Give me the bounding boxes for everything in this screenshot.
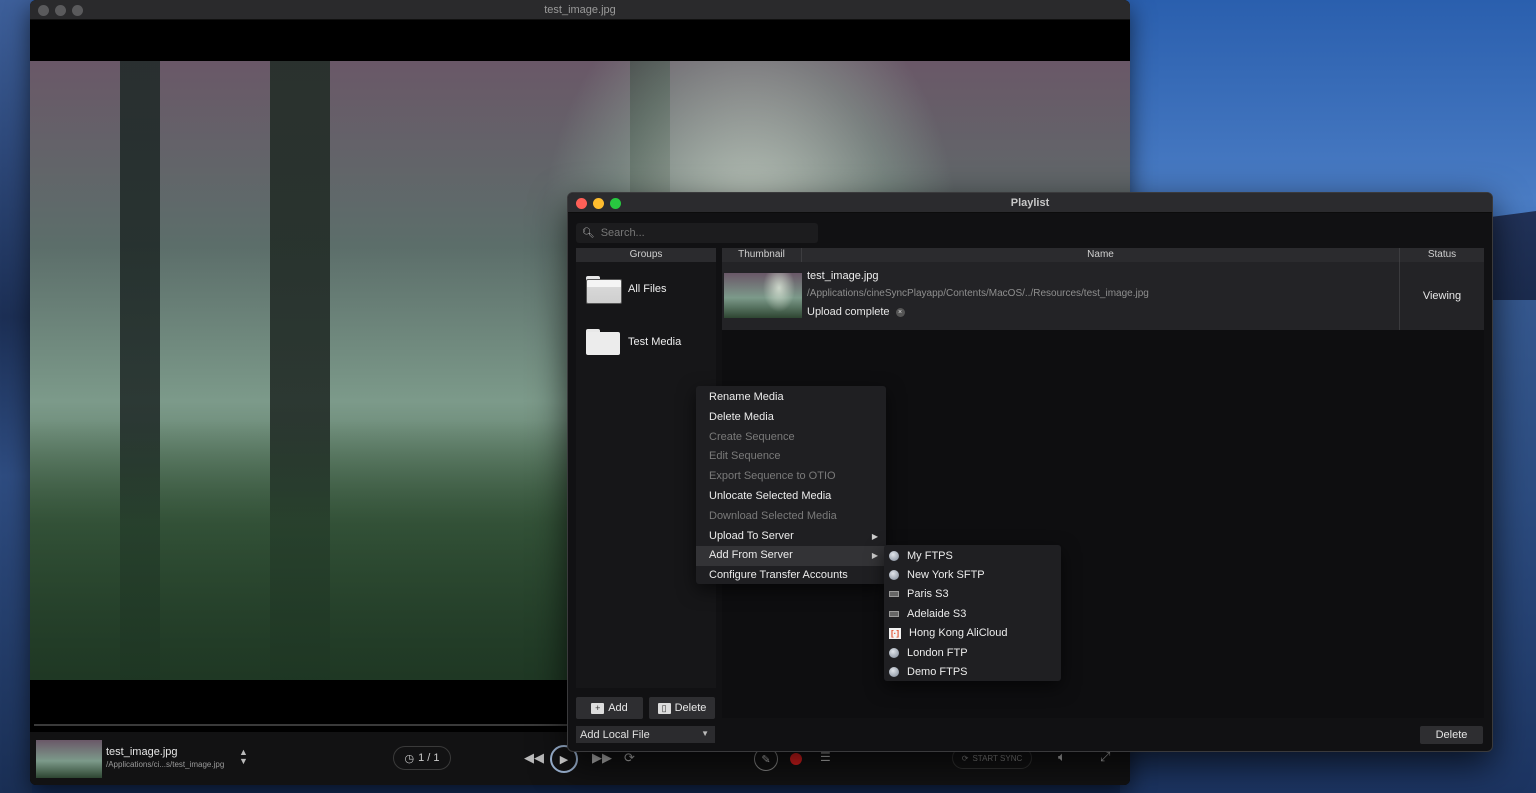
viewer-title: test_image.jpg	[544, 4, 616, 16]
menu-item-unlocate-selected-media[interactable]: Unlocate Selected Media	[696, 487, 886, 507]
folder-open-icon	[586, 275, 622, 304]
chevron-down-icon: ▼	[701, 729, 709, 738]
delete-media-button[interactable]: Delete	[1420, 726, 1483, 744]
chevron-right-icon: ▶	[871, 531, 878, 541]
media-table-header: Thumbnail Name Status	[722, 248, 1484, 262]
playlist-title: Playlist	[1010, 197, 1050, 209]
clock-icon: ◷	[404, 752, 415, 765]
media-row-status: Viewing	[1422, 290, 1462, 302]
server-label: New York SFTP	[907, 569, 985, 582]
search-box[interactable]: 🔍︎	[576, 223, 818, 243]
trash-icon: ▯	[657, 702, 671, 714]
table-row[interactable]: test_image.jpg /Applications/cineSyncPla…	[722, 262, 1484, 330]
server-icon	[889, 570, 899, 581]
add-local-file-dropdown[interactable]: Add Local File ▼	[576, 726, 715, 743]
loop-button[interactable]: ⟳	[624, 750, 635, 766]
folder-icon	[586, 328, 620, 355]
frame-counter-value: 1 / 1	[418, 752, 440, 764]
viewer-titlebar[interactable]: test_image.jpg	[30, 0, 1130, 20]
column-header-status[interactable]: Status	[1400, 248, 1484, 262]
server-item-hong-kong-alicloud[interactable]: [·] Hong Kong AliCloud	[884, 624, 1061, 643]
frame-counter[interactable]: ◷ 1 / 1	[393, 746, 451, 770]
server-item-adelaide-s3[interactable]: Adelaide S3	[884, 604, 1061, 623]
add-group-label: Add	[608, 702, 628, 714]
server-item-paris-s3[interactable]: Paris S3	[884, 585, 1061, 604]
add-local-file-label: Add Local File	[580, 728, 650, 741]
server-item-demo-ftps[interactable]: Demo FTPS	[884, 662, 1061, 681]
group-label: Test Media	[628, 335, 682, 348]
s3-icon	[889, 591, 899, 598]
search-input[interactable]	[600, 227, 801, 239]
menu-item-rename-media[interactable]: Rename Media	[696, 388, 886, 408]
menu-item-configure-transfer-accounts[interactable]: Configure Transfer Accounts	[696, 566, 886, 586]
column-header-thumbnail[interactable]: Thumbnail	[722, 248, 801, 262]
media-name: test_image.jpg	[106, 746, 178, 758]
server-item-my-ftps[interactable]: My FTPS	[884, 546, 1061, 565]
groups-panel: Groups All Files Test Media	[576, 248, 716, 688]
delete-group-button[interactable]: ▯ Delete	[649, 697, 715, 719]
sync-icon: ⟳	[961, 753, 969, 763]
server-label: Demo FTPS	[907, 666, 968, 679]
column-header-name[interactable]: Name	[802, 248, 1399, 262]
s3-icon	[889, 610, 899, 617]
menu-item-edit-sequence: Edit Sequence	[709, 450, 781, 463]
media-path: /Applications/ci...s/test_image.jpg	[106, 760, 225, 769]
context-menu: Rename Media Delete Media Create Sequenc…	[696, 386, 886, 584]
menu-item-export-sequence-otio: Export Sequence to OTIO	[709, 470, 836, 483]
server-icon	[889, 550, 899, 561]
groups-header: Groups	[576, 248, 716, 262]
group-item-test-media[interactable]: Test Media	[576, 315, 716, 368]
close-icon[interactable]: ×	[895, 307, 905, 317]
group-label: All Files	[628, 282, 667, 295]
rewind-button[interactable]: ◀◀	[524, 750, 544, 766]
server-label: Paris S3	[907, 588, 949, 601]
server-icon	[889, 667, 899, 678]
server-icon	[889, 647, 899, 658]
media-row-path: /Applications/cineSyncPlayapp/Contents/M…	[807, 288, 1149, 299]
group-item-all-files[interactable]: All Files	[576, 262, 716, 315]
menu-item-create-sequence: Create Sequence	[709, 430, 795, 443]
server-item-new-york-sftp[interactable]: New York SFTP	[884, 565, 1061, 584]
play-icon: ▶	[559, 753, 569, 766]
media-row-name: test_image.jpg	[807, 270, 879, 282]
media-row-thumbnail	[724, 273, 802, 318]
menu-item-upload-to-server[interactable]: Upload To Server ▶	[696, 527, 886, 547]
alicloud-icon: [·]	[889, 627, 901, 639]
pen-icon: ✎	[761, 753, 771, 766]
menu-item-add-from-server[interactable]: Add From Server ▶	[696, 546, 886, 567]
start-sync-label: START SYNC	[972, 753, 1023, 763]
menu-item-label: Upload To Server	[709, 529, 794, 542]
delete-group-label: Delete	[674, 702, 707, 714]
menu-item-delete-media[interactable]: Delete Media	[696, 408, 886, 428]
server-label: Hong Kong AliCloud	[909, 627, 1008, 640]
add-folder-icon: +	[591, 702, 605, 714]
menu-item-label: Add From Server	[709, 549, 793, 562]
record-button[interactable]	[790, 753, 802, 765]
media-thumbnail[interactable]	[36, 740, 102, 778]
server-label: London FTP	[907, 646, 968, 659]
media-stepper-icon[interactable]: ▲ ▼	[239, 748, 248, 766]
fast-forward-button[interactable]: ▶▶	[592, 750, 612, 766]
upload-status-label: Upload complete	[807, 306, 890, 318]
server-label: My FTPS	[907, 549, 953, 562]
server-label: Adelaide S3	[907, 607, 967, 620]
menu-list-button[interactable]: ☰	[820, 750, 831, 764]
menu-item-download-selected-media: Download Selected Media	[709, 509, 837, 522]
add-group-button[interactable]: + Add	[576, 697, 643, 719]
chevron-right-icon: ▶	[871, 551, 878, 561]
upload-status: Upload complete ×	[807, 306, 905, 318]
desktop-background-left	[0, 0, 32, 793]
add-from-server-submenu: My FTPS New York SFTP Paris S3 Adelaide …	[884, 545, 1061, 681]
playlist-titlebar[interactable]: Playlist	[568, 193, 1492, 213]
server-item-london-ftp[interactable]: London FTP	[884, 643, 1061, 662]
search-icon: 🔍︎	[582, 227, 595, 239]
